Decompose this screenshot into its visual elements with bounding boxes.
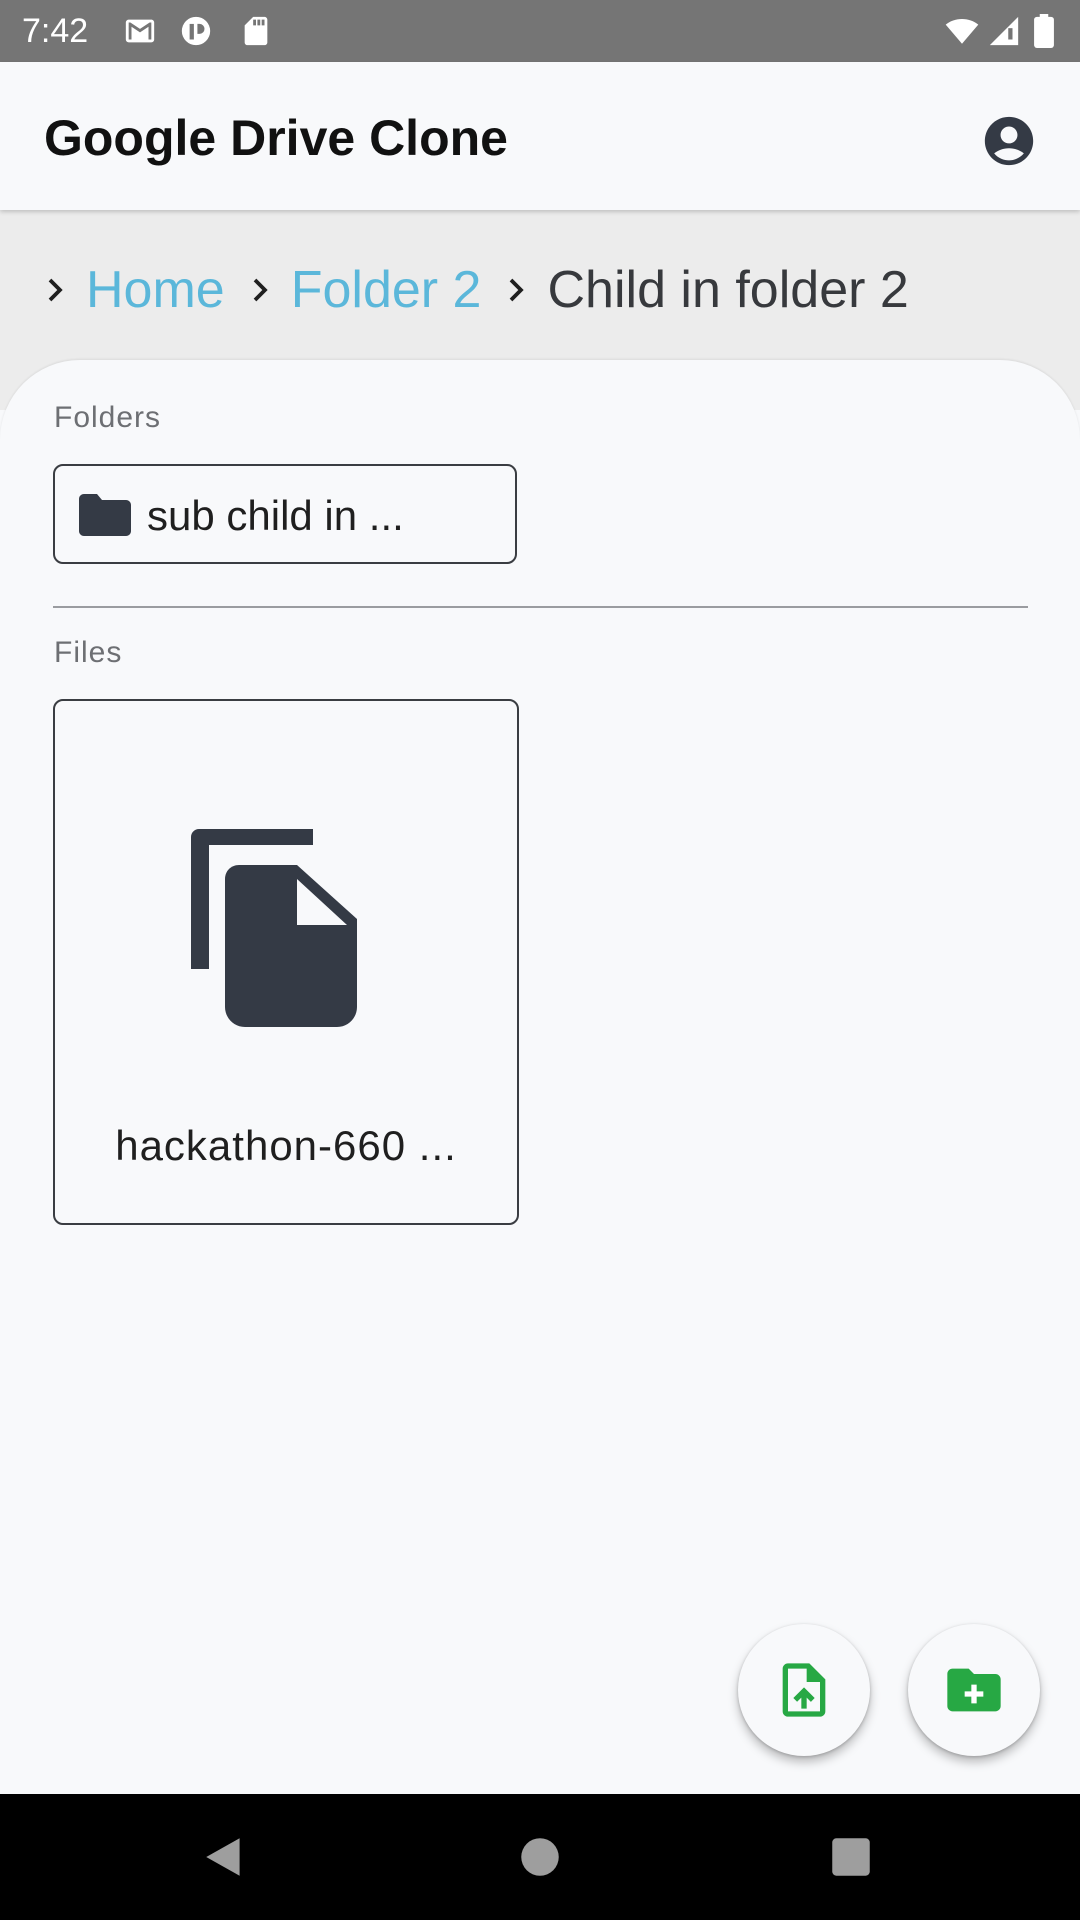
status-bar: 7:42 (0, 0, 1080, 62)
folders-section-label: Folders (54, 401, 162, 434)
section-divider (53, 606, 1028, 608)
cell-signal-icon (986, 14, 1022, 48)
gmail-icon (122, 14, 158, 48)
chevron-right-icon (245, 275, 275, 305)
file-copy-icon (191, 829, 363, 1029)
create-new-folder-icon (942, 1658, 1006, 1722)
file-item[interactable]: hackathon-660 ... (53, 699, 519, 1225)
create-folder-button[interactable] (908, 1624, 1040, 1756)
battery-icon (1030, 14, 1058, 48)
account-circle-icon[interactable] (980, 112, 1038, 170)
folder-icon (79, 494, 131, 536)
wifi-icon (944, 14, 980, 48)
breadcrumb-home[interactable]: Home (86, 250, 225, 330)
folder-item[interactable]: sub child in ... (53, 464, 517, 564)
home-icon[interactable] (515, 1832, 565, 1882)
upload-file-icon (772, 1658, 836, 1722)
breadcrumb-folder-2[interactable]: Folder 2 (291, 250, 482, 330)
app-title: Google Drive Clone (44, 110, 508, 166)
sdcard-icon (238, 14, 274, 48)
chevron-right-icon (501, 275, 531, 305)
fontbook-icon (178, 14, 214, 48)
breadcrumb-current: Child in folder 2 (547, 261, 909, 319)
app-bar: Google Drive Clone (0, 62, 1080, 210)
files-section-label: Files (54, 636, 123, 669)
back-icon[interactable] (200, 1832, 250, 1882)
chevron-right-icon (40, 275, 70, 305)
status-time: 7:42 (22, 12, 89, 50)
breadcrumb: Home Folder 2 Child in folder 2 (40, 250, 929, 330)
file-name: hackathon-660 ... (115, 1122, 457, 1169)
recents-icon[interactable] (826, 1832, 876, 1882)
upload-file-button[interactable] (738, 1624, 870, 1756)
folder-name: sub child in ... (147, 492, 404, 539)
content-sheet: Folders sub child in ... Files hackathon… (0, 360, 1080, 1794)
system-nav-bar (0, 1794, 1080, 1920)
